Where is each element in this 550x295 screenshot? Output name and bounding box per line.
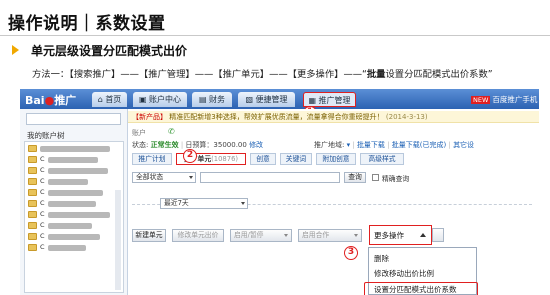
bullet-icon (12, 45, 19, 55)
nav-tab-quick-manage[interactable]: ▧ 便捷管理 (238, 92, 295, 107)
date-range-select[interactable]: 最近7天 (160, 198, 248, 209)
nav-tab-finance[interactable]: ▤ 财务 (192, 92, 232, 107)
mobile-promo-link[interactable]: NEW 百度推广手机 (471, 94, 537, 105)
batch-download-done-link[interactable]: 批量下载(已完成) (392, 141, 446, 149)
paw-icon: ● (44, 94, 55, 107)
notice-tag: 【新产品】 (132, 113, 167, 121)
menu-item-highlight (364, 282, 478, 295)
chevron-down-icon (189, 176, 193, 179)
step-marker-2: 2 (183, 149, 197, 163)
tree-item[interactable]: C (28, 243, 118, 252)
tree-item[interactable]: C (28, 221, 118, 230)
folder-icon (28, 178, 37, 185)
chevron-down-icon (354, 234, 358, 237)
search-button[interactable]: 查询 (344, 172, 366, 183)
more-operations-toggle[interactable] (432, 228, 444, 242)
method-suffix: 设置分匹配模式出价系数” (385, 69, 493, 80)
nav-tab-account-center[interactable]: ▣ 账户中心 (133, 92, 187, 107)
tree-scrollbar[interactable] (115, 190, 121, 290)
folder-icon (28, 189, 37, 196)
account-tree: C C C C C C C C C (24, 141, 124, 293)
chevron-down-icon (241, 202, 245, 205)
baidu-promotion-screenshot: Bai●推广 ⌂ 首页 ▣ 账户中心 ▤ 财务 ▧ 便捷管理 ▦ 推广管理 NE… (20, 89, 539, 295)
folder-icon (28, 145, 37, 152)
account-tree-label: 我的账户树 (27, 131, 65, 140)
batch-download-link[interactable]: 批量下载 (357, 141, 385, 149)
folder-icon (28, 233, 37, 240)
home-icon: ⌂ (97, 95, 103, 104)
account-label: 账户 (132, 129, 146, 137)
tree-item[interactable]: C (28, 210, 118, 219)
menu-item-edit-mobile-bid-ratio[interactable]: 修改移动出价比例 (374, 268, 434, 279)
tab-keyword[interactable]: 关键词 (280, 153, 312, 165)
finance-icon: ▤ (198, 95, 207, 104)
unit-count: (10876) (211, 155, 239, 163)
folder-icon (28, 222, 37, 229)
tree-item[interactable] (28, 145, 118, 153)
step-marker-3: 3 (344, 246, 358, 260)
section-heading: 单元层级设置分匹配模式出价 (31, 44, 188, 58)
other-settings-link[interactable]: 其它设 (453, 141, 474, 149)
main-panel: 【新产品】 精准匹配新增3种选择，帮效扩展优质流量，流量拿得合你重磅提升！ (2… (128, 109, 539, 295)
tree-item[interactable]: C (28, 232, 118, 241)
phone-icon: ✆ (168, 127, 175, 136)
method-prefix: 方法一：【搜索推广】——【推广管理】——【推广单元】——【更多操作】——“ (32, 69, 367, 80)
new-unit-button[interactable]: 新建单元 (132, 229, 166, 242)
tree-search-input[interactable] (26, 113, 121, 125)
folder-icon (28, 167, 37, 174)
tab-advanced-style[interactable]: 高级样式 (360, 153, 404, 165)
folder-icon (28, 156, 37, 163)
tree-item[interactable]: C (28, 155, 118, 164)
chevron-up-icon (420, 233, 426, 237)
status-filter-select[interactable]: 全部状态 (132, 172, 196, 183)
new-product-notice[interactable]: 【新产品】 精准匹配新增3种选择，帮效扩展优质流量，流量拿得合你重磅提升！ (2… (128, 111, 539, 123)
more-operations-button[interactable]: 更多操作 (369, 225, 432, 245)
edit-unit-bid-button[interactable]: 修改单元出价 (172, 229, 224, 242)
region-line: 推广地域: ▾ | 批量下载 | 批量下载(已完成) | 其它设 (314, 141, 475, 149)
nav-tab-promotion-management[interactable]: ▦ 推广管理 (303, 92, 356, 107)
notice-text: 精准匹配新增3种选择，帮效扩展优质流量，流量拿得合你重磅提升！ (169, 113, 384, 121)
top-navbar: Bai●推广 ⌂ 首页 ▣ 账户中心 ▤ 财务 ▧ 便捷管理 ▦ 推广管理 NE… (20, 89, 539, 109)
account-status-line: 状态: 正常生效 | 日预算：35000.00 修改 (132, 141, 264, 149)
exact-search-checkbox[interactable] (372, 174, 379, 181)
new-badge: NEW (471, 96, 491, 104)
method-bold: 批量 (366, 69, 386, 80)
search-input[interactable] (200, 172, 340, 183)
tree-item[interactable]: C (28, 199, 118, 208)
tree-item[interactable]: C (28, 177, 118, 186)
chevron-down-icon (284, 234, 288, 237)
tree-item[interactable]: C (28, 166, 118, 175)
baidu-logo: Bai●推广 (25, 94, 77, 107)
enable-cooperation-select[interactable]: 启用合作 (298, 229, 362, 242)
account-tree-sidebar: 我的账户树 C C C C C C C C C (20, 109, 128, 295)
region-chevron-icon[interactable]: ▾ (347, 141, 351, 149)
tab-creative[interactable]: 创意 (250, 153, 276, 165)
folder-icon (28, 244, 37, 251)
tree-item[interactable]: C (28, 188, 118, 197)
notice-date: (2014-3-13) (385, 113, 428, 121)
tab-campaign[interactable]: 推广计划 (132, 153, 172, 165)
page-title: 操作说明｜系数设置 (8, 14, 166, 34)
enable-pause-select[interactable]: 启用/暂停 (230, 229, 292, 242)
folder-icon (28, 211, 37, 218)
budget-value: 35000.00 (213, 141, 247, 149)
menu-item-delete[interactable]: 删除 (374, 253, 389, 264)
promotion-icon: ▦ (308, 96, 316, 105)
title-divider (0, 35, 550, 36)
exact-search-label: 精确查询 (382, 175, 410, 183)
status-value: 正常生效 (150, 141, 179, 149)
method-description: 方法一：【搜索推广】——【推广管理】——【推广单元】——【更多操作】——“批量设… (32, 66, 493, 80)
edit-budget-link[interactable]: 修改 (249, 141, 263, 149)
nav-tab-home[interactable]: ⌂ 首页 (92, 92, 127, 107)
tab-extra-creative[interactable]: 附加创意 (316, 153, 356, 165)
user-icon: ▣ (138, 95, 147, 104)
folder-icon (28, 200, 37, 207)
tools-icon: ▧ (245, 95, 253, 104)
